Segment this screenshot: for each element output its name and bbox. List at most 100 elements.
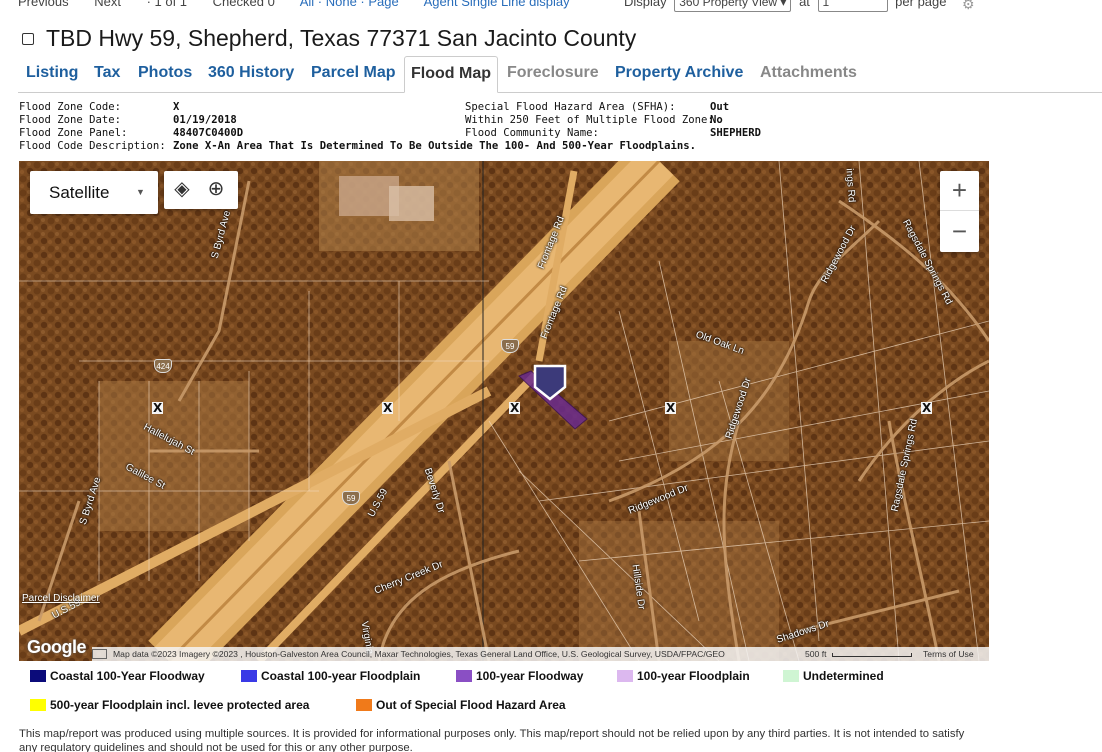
legend-item: 100-year Floodway: [456, 669, 583, 683]
flood-zone-panel-value: 48407C0400D: [173, 127, 244, 139]
route-shield: 59: [342, 491, 360, 505]
legend-swatch: [617, 670, 633, 682]
zoom-control: + −: [940, 171, 979, 252]
zoom-in-button[interactable]: +: [940, 171, 979, 211]
flood-zone-code-value: X: [173, 101, 180, 113]
flood-community-value: SHEPHERD: [710, 127, 762, 139]
flood-code-description-label: Flood Code Description:: [19, 140, 166, 152]
per-page-value: 1: [822, 0, 830, 9]
flood-community-label: Flood Community Name:: [465, 127, 599, 139]
route-shield: 59: [501, 339, 519, 353]
disclaimer-text: This map/report was produced using multi…: [19, 728, 965, 752]
legend-item: Out of Special Flood Hazard Area: [356, 698, 566, 712]
display-select[interactable]: 360 Property View ▾: [674, 0, 792, 12]
flood-zone-marker: X: [152, 401, 164, 415]
legend-item: Undetermined: [783, 669, 884, 683]
flood-info-right: Special Flood Hazard Area (SFHA): Out Wit…: [465, 101, 795, 140]
display-label: Display: [624, 0, 667, 9]
page-title: TBD Hwy 59, Shepherd, Texas 77371 San Ja…: [22, 25, 636, 52]
legend-label: Coastal 100-year Floodplain: [261, 669, 421, 683]
legend-label: Undetermined: [803, 669, 884, 683]
flood-zone-panel-row: Flood Zone Panel: 48407C0400D: [19, 127, 459, 140]
map-tools: ◈ ⊕: [164, 171, 238, 209]
tab-foreclosure[interactable]: Foreclosure: [501, 56, 605, 93]
flood-map[interactable]: S Byrd Ave Frontage Rd Frontage Rd Ridge…: [19, 161, 989, 661]
results-toolbar: Previous Next · 1 of 1 Checked 0 All · N…: [0, 0, 1102, 14]
keyboard-icon[interactable]: [92, 649, 107, 659]
tab-360-history[interactable]: 360 History: [202, 56, 300, 93]
select-checkbox[interactable]: [22, 32, 34, 45]
sfha-value: Out: [710, 101, 730, 113]
route-shield: 424: [154, 359, 172, 373]
legend-label: 500-year Floodplain incl. levee protecte…: [50, 698, 310, 712]
flood-zone-marker: X: [921, 401, 933, 415]
multiple-zone-row: Within 250 Feet of Multiple Flood Zone: N…: [465, 114, 795, 127]
tab-parcel-map[interactable]: Parcel Map: [305, 56, 401, 93]
previous-link[interactable]: Previous: [18, 0, 69, 9]
tab-attachments[interactable]: Attachments: [754, 56, 863, 93]
legend-swatch: [241, 670, 257, 682]
scale-label: 500 ft: [805, 649, 827, 659]
tab-listing[interactable]: Listing: [20, 56, 84, 93]
legend-item: Coastal 100-year Floodplain: [241, 669, 420, 683]
flood-zone-date-label: Flood Zone Date:: [19, 114, 122, 126]
per-page-select[interactable]: 1: [817, 0, 888, 12]
multiple-zone-value: No: [710, 114, 723, 126]
checked-count: Checked 0: [212, 0, 275, 9]
gear-icon[interactable]: ⚙: [962, 0, 975, 13]
flood-zone-date-value: 01/19/2018: [173, 114, 237, 126]
legend-label: 100-year Floodway: [476, 669, 584, 683]
scale-bar: [832, 653, 912, 657]
display-format-link[interactable]: Agent Single Line display: [424, 0, 570, 9]
flood-zone-code-label: Flood Zone Code:: [19, 101, 122, 113]
layers-icon[interactable]: ◈: [170, 178, 194, 202]
tab-tax[interactable]: Tax: [88, 56, 126, 93]
zoom-out-button[interactable]: −: [940, 212, 979, 252]
per-page-label: per page: [895, 0, 947, 9]
at-label: at: [799, 0, 810, 9]
flood-zone-code-row: Flood Zone Code: X: [19, 101, 459, 114]
flood-zone-marker: X: [509, 401, 521, 415]
sfha-label: Special Flood Hazard Area (SFHA):: [465, 101, 676, 113]
street-label: ings Rd: [843, 168, 857, 203]
flood-code-description-row: Flood Code Description: Zone X-An Area Th…: [19, 140, 696, 153]
map-attribution: Map data ©2023 Imagery ©2023 , Houston-G…: [92, 647, 989, 661]
legend-item: 100-year Floodplain: [617, 669, 750, 683]
legend-swatch: [30, 699, 46, 711]
legend-label: Coastal 100-Year Floodway: [50, 669, 205, 683]
tab-bar: Listing Tax Photos 360 History Parcel Ma…: [18, 56, 1102, 93]
locate-icon[interactable]: ⊕: [204, 178, 228, 202]
tab-property-archive[interactable]: Property Archive: [609, 56, 749, 93]
google-logo: Google: [27, 637, 87, 657]
flood-zone-marker: X: [382, 401, 394, 415]
legend-label: Out of Special Flood Hazard Area: [376, 698, 566, 712]
legend-item: 500-year Floodplain incl. levee protecte…: [30, 698, 309, 712]
map-type-label: Satellite: [49, 183, 110, 202]
legend-swatch: [783, 670, 799, 682]
select-links[interactable]: All · None · Page: [300, 0, 399, 9]
next-link[interactable]: Next: [94, 0, 121, 9]
terms-of-use-link[interactable]: Terms of Use: [923, 647, 974, 661]
flood-community-row: Flood Community Name: SHEPHERD: [465, 127, 795, 140]
flood-code-description-value: Zone X-An Area That Is Determined To Be …: [173, 140, 696, 152]
multiple-zone-label: Within 250 Feet of Multiple Flood Zone:: [465, 114, 714, 126]
flood-info-left: Flood Zone Code: X Flood Zone Date: 01/19/…: [19, 101, 696, 153]
result-count: · 1 of 1: [146, 0, 188, 9]
flood-zone-marker: X: [665, 401, 677, 415]
tab-flood-map[interactable]: Flood Map: [404, 56, 498, 93]
display-select-value: 360 Property View: [679, 0, 778, 9]
legend-item: Coastal 100-Year Floodway: [30, 669, 205, 683]
legend-label: 100-year Floodplain: [637, 669, 750, 683]
flood-zone-panel-label: Flood Zone Panel:: [19, 127, 128, 139]
tab-photos[interactable]: Photos: [132, 56, 198, 93]
parcel-disclaimer-link[interactable]: Parcel Disclaimer: [22, 593, 100, 604]
property-address: TBD Hwy 59, Shepherd, Texas 77371 San Ja…: [46, 25, 637, 51]
map-type-dropdown[interactable]: Satellite ▼: [30, 171, 158, 214]
sfha-row: Special Flood Hazard Area (SFHA): Out: [465, 101, 795, 114]
attribution-text: Map data ©2023 Imagery ©2023 , Houston-G…: [113, 649, 725, 659]
legend-swatch: [356, 699, 372, 711]
flood-zone-date-row: Flood Zone Date: 01/19/2018: [19, 114, 459, 127]
caret-down-icon: ▼: [136, 187, 145, 197]
legend-swatch: [30, 670, 46, 682]
legend-swatch: [456, 670, 472, 682]
